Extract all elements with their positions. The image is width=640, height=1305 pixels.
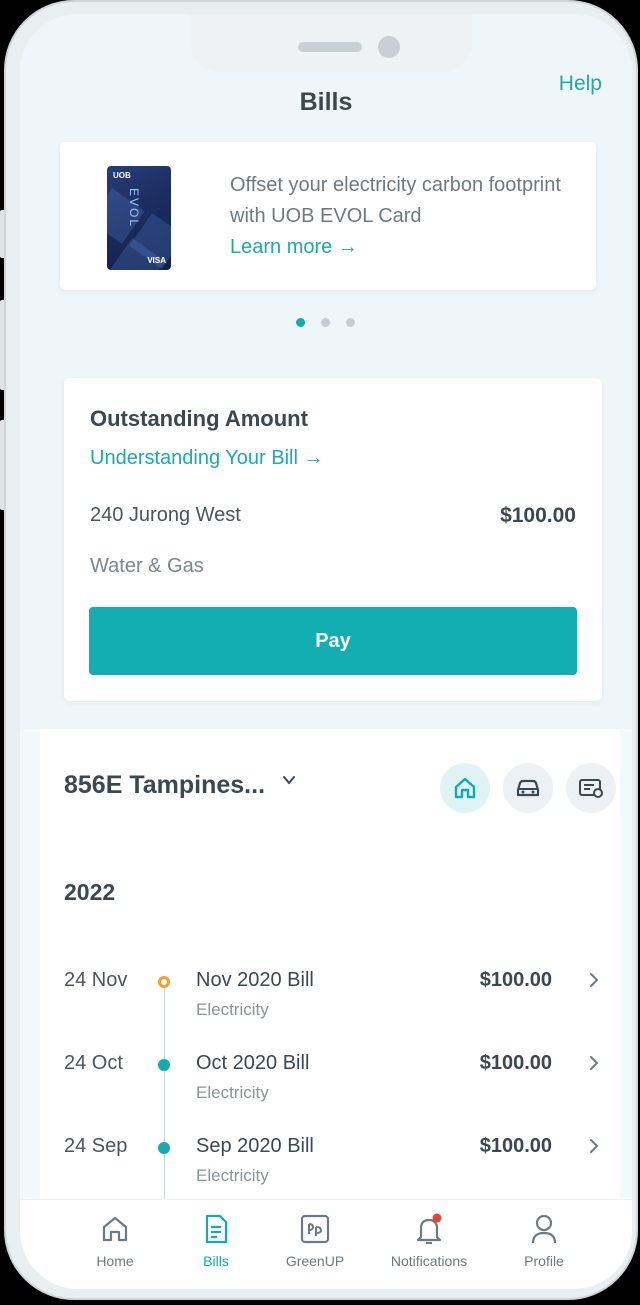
card-network-logo: VISA	[147, 256, 166, 265]
speaker-grille	[298, 42, 362, 52]
promo-banner[interactable]: UOB EVOL VISA Offset your electricity ca…	[60, 142, 596, 290]
bill-date: 24 Sep	[64, 1135, 128, 1157]
chevron-down-icon	[283, 776, 295, 785]
tab-label: Profile	[524, 1253, 564, 1269]
certificate-category-button[interactable]	[566, 763, 616, 813]
bill-amount: $100.00	[479, 1135, 552, 1157]
tab-label: Notifications	[390, 1253, 468, 1269]
card-bank-logo: UOB	[113, 171, 131, 180]
tab-profile[interactable]: Profile	[489, 1212, 599, 1269]
front-camera	[378, 36, 400, 58]
bill-history-section: 856E Tampines... 2022 24 Nov Nov 2020 Bi…	[40, 729, 620, 1217]
bill-name: Sep 2020 Bill	[196, 1135, 314, 1157]
outstanding-address: 240 Jurong West	[90, 504, 241, 526]
car-icon	[516, 779, 540, 797]
outstanding-title: Outstanding Amount	[90, 406, 308, 431]
year-heading: 2022	[64, 879, 116, 905]
help-link[interactable]: Help	[559, 72, 602, 96]
bill-row[interactable]: 24 Nov Nov 2020 Bill Electricity $100.00	[40, 969, 620, 1039]
chevron-right-icon	[590, 973, 599, 987]
person-icon	[531, 1214, 557, 1244]
tab-label: GreenUP	[285, 1253, 345, 1269]
property-name: 856E Tampines...	[64, 771, 266, 799]
bill-icon	[205, 1214, 228, 1244]
tab-notifications[interactable]: Notifications	[374, 1212, 484, 1269]
bill-date: 24 Nov	[64, 969, 128, 991]
bill-type: Electricity	[196, 1083, 269, 1102]
bill-name: Nov 2020 Bill	[196, 969, 314, 991]
pay-button[interactable]: Pay	[89, 607, 577, 675]
promo-text: Offset your electricity carbon footprint…	[230, 174, 561, 227]
outstanding-amount-card: Outstanding Amount Understanding Your Bi…	[64, 378, 602, 701]
home-icon	[454, 777, 476, 799]
bill-row[interactable]: 24 Sep Sep 2020 Bill Electricity $100.00	[40, 1135, 620, 1205]
paid-status-dot	[158, 1059, 170, 1071]
tab-bills[interactable]: Bills	[161, 1212, 271, 1269]
tab-label: Bills	[203, 1253, 229, 1269]
tab-greenup[interactable]: GreenUP	[260, 1212, 370, 1269]
uob-evol-card-image: UOB EVOL VISA	[107, 166, 171, 270]
pending-status-dot	[158, 976, 170, 988]
phone-frame: Bills Help UOB EVOL VISA Offset your ele…	[4, 0, 638, 1300]
page-title: Bills	[299, 88, 353, 116]
certificate-icon	[579, 779, 603, 798]
bill-amount: $100.00	[479, 1052, 552, 1074]
bottom-tab-bar: Home Bills GreenUP Notifications Profile	[20, 1199, 632, 1289]
card-name: EVOL	[127, 188, 141, 229]
home-category-button[interactable]	[440, 763, 490, 813]
outstanding-amount: $100.00	[500, 504, 576, 527]
carousel-dot[interactable]	[321, 318, 330, 327]
understanding-bill-link[interactable]: Understanding Your Bill →	[90, 447, 323, 470]
tab-label: Home	[96, 1253, 134, 1269]
bill-type: Electricity	[196, 1000, 269, 1019]
greenup-icon	[300, 1214, 330, 1244]
carousel-dot-active[interactable]	[296, 318, 305, 327]
tab-home[interactable]: Home	[60, 1212, 170, 1269]
property-dropdown[interactable]: 856E Tampines...	[64, 771, 295, 800]
car-category-button[interactable]	[503, 763, 553, 813]
bill-row[interactable]: 24 Oct Oct 2020 Bill Electricity $100.00	[40, 1052, 620, 1122]
bill-type: Electricity	[196, 1166, 269, 1185]
chevron-right-icon	[590, 1056, 599, 1070]
bill-amount: $100.00	[479, 969, 552, 991]
chevron-right-icon	[590, 1139, 599, 1153]
bell-icon	[416, 1213, 442, 1245]
app-screen: Bills Help UOB EVOL VISA Offset your ele…	[20, 14, 632, 1289]
bill-name: Oct 2020 Bill	[196, 1052, 310, 1074]
paid-status-dot	[158, 1142, 170, 1154]
bill-date: 24 Oct	[64, 1052, 123, 1074]
phone-notch	[190, 14, 472, 72]
carousel-dot[interactable]	[346, 318, 355, 327]
home-icon	[102, 1216, 128, 1242]
outstanding-type: Water & Gas	[90, 555, 204, 577]
learn-more-link[interactable]: Learn more →	[230, 236, 358, 259]
